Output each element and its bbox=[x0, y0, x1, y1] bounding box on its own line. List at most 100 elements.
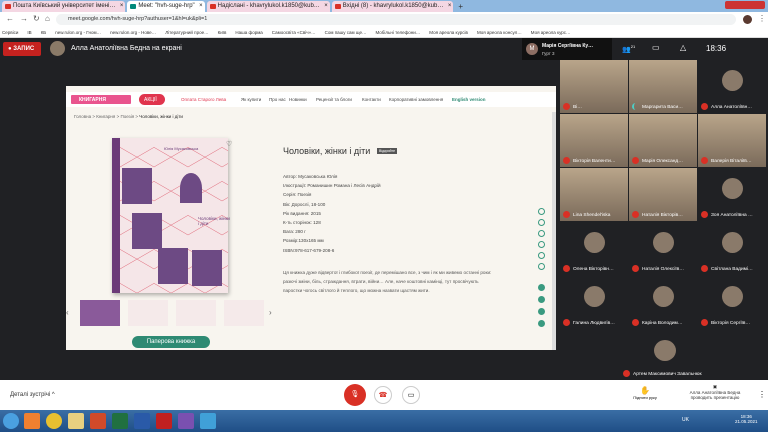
thumbnail[interactable] bbox=[224, 300, 264, 326]
bookmark[interactable]: Наша форма bbox=[235, 30, 262, 35]
mic-off-button[interactable]: 🎙 bbox=[344, 384, 366, 406]
back-icon[interactable]: ← bbox=[6, 14, 14, 23]
facebook-icon[interactable] bbox=[538, 219, 545, 226]
participant-tile[interactable]: Зоя Анатоліївна … bbox=[698, 168, 766, 221]
paper-book-button[interactable]: Паперова книжка bbox=[132, 336, 210, 348]
camera-button[interactable]: ▭ bbox=[402, 386, 420, 404]
telegram-icon[interactable] bbox=[538, 252, 545, 259]
forward-icon[interactable]: → bbox=[20, 14, 28, 23]
powerpoint-icon[interactable] bbox=[90, 413, 106, 429]
acrobat-icon[interactable] bbox=[156, 413, 172, 429]
excel-icon[interactable] bbox=[112, 413, 128, 429]
tab-inbox[interactable]: Вхідні (8) - khavrylukol.k1850@kub… × bbox=[331, 1, 454, 12]
viber-icon[interactable] bbox=[178, 413, 194, 429]
word-icon[interactable] bbox=[134, 413, 150, 429]
language-indicator[interactable]: UK bbox=[682, 417, 689, 423]
participant-tile[interactable]: Lina Shendel'iska bbox=[560, 168, 628, 221]
bookmark[interactable]: Мобільні телефони… bbox=[376, 30, 421, 35]
explorer-icon[interactable] bbox=[68, 413, 84, 429]
bookmark[interactable]: Літературний прое… bbox=[165, 30, 208, 35]
bookmark[interactable]: Київ bbox=[218, 30, 227, 35]
participant-tile[interactable]: Артем Максимович Завальнюк bbox=[620, 330, 708, 380]
bookmark[interactable]: Сервіси bbox=[2, 30, 18, 35]
close-icon[interactable]: × bbox=[199, 1, 203, 12]
profile-avatar[interactable] bbox=[743, 15, 752, 24]
media-player-icon[interactable] bbox=[24, 413, 40, 429]
activities-icon[interactable]: △ bbox=[680, 43, 686, 52]
tab-mail[interactable]: Пошта Київський університет імені… × bbox=[2, 1, 126, 12]
url-input[interactable]: meet.google.com/hvh-suge-hrp?authuser=1&… bbox=[56, 14, 736, 25]
heart-icon[interactable]: ♡ bbox=[226, 140, 232, 148]
participant-tile[interactable]: Вікторія Валенти… bbox=[560, 114, 628, 167]
tab-meet[interactable]: Meet: "hvh-suge-hrp" × bbox=[127, 1, 205, 12]
participant-tile[interactable]: Олена Вікторівн… bbox=[560, 222, 628, 275]
participant-tile[interactable]: Наталія Олексіїв… bbox=[629, 222, 697, 275]
participant-tile[interactable]: Каріна Володим… bbox=[629, 276, 697, 329]
twitter-icon[interactable] bbox=[538, 230, 545, 237]
bookmark[interactable]: Моя ареола курсів bbox=[429, 30, 468, 35]
scrollbar[interactable] bbox=[552, 112, 556, 350]
close-icon[interactable]: × bbox=[324, 1, 328, 12]
nav-link[interactable]: Рецензії та блоги bbox=[316, 97, 352, 102]
participant-name: Зоя Анатоліївна … bbox=[701, 211, 765, 218]
raise-hand-button[interactable]: ✋ Підняти руку bbox=[630, 386, 660, 400]
bookmark[interactable]: Сом пашу сам ще… bbox=[325, 30, 367, 35]
bookmark[interactable]: Моя ареола консул… bbox=[477, 30, 522, 35]
thumbnail[interactable] bbox=[80, 300, 120, 326]
presentation-status[interactable]: ▣ Алла Анатоліївна Бедна проводить презен… bbox=[680, 384, 750, 400]
pinterest-icon[interactable] bbox=[538, 263, 545, 270]
home-icon[interactable]: ⌂ bbox=[45, 14, 50, 23]
participant-tile[interactable]: Ві… bbox=[560, 60, 628, 113]
nav-link[interactable]: Як купити bbox=[241, 97, 261, 102]
new-tab-button[interactable]: + bbox=[455, 1, 463, 12]
thumbnail[interactable] bbox=[128, 300, 168, 326]
prev-arrow-icon[interactable]: ‹ bbox=[66, 308, 69, 317]
thumbnail[interactable] bbox=[176, 300, 216, 326]
nav-link[interactable]: Новинки bbox=[289, 97, 307, 102]
bookmark[interactable]: ІВ bbox=[27, 30, 31, 35]
bookmark[interactable]: new.rulon.org - Гном… bbox=[55, 30, 101, 35]
participant-tile[interactable]: Марія Олександ… bbox=[629, 114, 697, 167]
close-icon[interactable]: × bbox=[448, 1, 452, 12]
youtube-icon[interactable] bbox=[538, 208, 545, 215]
participant-tile[interactable]: Вікторія Сергіїв… bbox=[698, 276, 766, 329]
people-icon[interactable]: 👥21 bbox=[622, 44, 635, 53]
nav-link[interactable]: Про нас bbox=[269, 97, 286, 102]
bookmark[interactable]: КБ bbox=[41, 30, 47, 35]
participant-tile[interactable]: Алла Анатоліївн… bbox=[698, 60, 766, 113]
user-icon[interactable] bbox=[538, 296, 545, 303]
search-icon[interactable] bbox=[538, 308, 545, 315]
participant-tile[interactable]: Наталія Вікторів… bbox=[629, 168, 697, 221]
bookmark[interactable]: new.rulon.org - Нове… bbox=[110, 30, 156, 35]
participant-tile[interactable]: Галина Людвигів… bbox=[560, 276, 628, 329]
chat-icon[interactable]: ▭ bbox=[652, 43, 660, 52]
bookmark[interactable]: Моя ареола курс… bbox=[531, 30, 571, 35]
meeting-details-button[interactable]: Деталі зустрічі ^ bbox=[10, 392, 55, 398]
site-logo[interactable]: КНИГАРНЯ bbox=[71, 95, 131, 104]
tab-sent[interactable]: Надіслані - khavrylukol.k1850@kub… × bbox=[206, 1, 330, 12]
telegram-icon[interactable] bbox=[200, 413, 216, 429]
nav-link[interactable]: Корпоративні замовлення bbox=[389, 97, 443, 102]
menu-icon[interactable]: ⋮ bbox=[758, 14, 766, 23]
next-arrow-icon[interactable]: › bbox=[269, 308, 272, 317]
instagram-icon[interactable] bbox=[538, 241, 545, 248]
start-button[interactable] bbox=[3, 413, 19, 429]
nav-link[interactable]: Оплата Старого Лева bbox=[181, 97, 226, 102]
participant-tile[interactable]: Світлана Вадимі… bbox=[698, 222, 766, 275]
nav-link[interactable]: Контакти bbox=[362, 97, 381, 102]
system-clock[interactable]: 18:36 21.05.2021 bbox=[735, 414, 758, 424]
reload-icon[interactable]: ↻ bbox=[33, 14, 40, 23]
nav-link[interactable]: English version bbox=[452, 97, 486, 102]
participant-tile[interactable]: Маргарита Васи… bbox=[629, 60, 697, 113]
more-options-icon[interactable]: ⋮ bbox=[758, 390, 766, 399]
hang-up-button[interactable]: ☎ bbox=[374, 386, 392, 404]
bookmark[interactable]: Самоосвіта «Свіч»… bbox=[272, 30, 316, 35]
close-icon[interactable]: × bbox=[120, 1, 124, 12]
window-controls[interactable] bbox=[725, 1, 765, 9]
cart-icon[interactable] bbox=[538, 284, 545, 291]
chrome-icon[interactable] bbox=[46, 413, 62, 429]
chat-icon[interactable] bbox=[538, 320, 545, 327]
book-cover[interactable]: Юлія Мусаковська Чоловіки, жінки і діти … bbox=[112, 138, 232, 293]
sale-button[interactable]: АКЦІЇ bbox=[139, 94, 165, 105]
participant-tile[interactable]: Валерія Віталіїв… bbox=[698, 114, 766, 167]
